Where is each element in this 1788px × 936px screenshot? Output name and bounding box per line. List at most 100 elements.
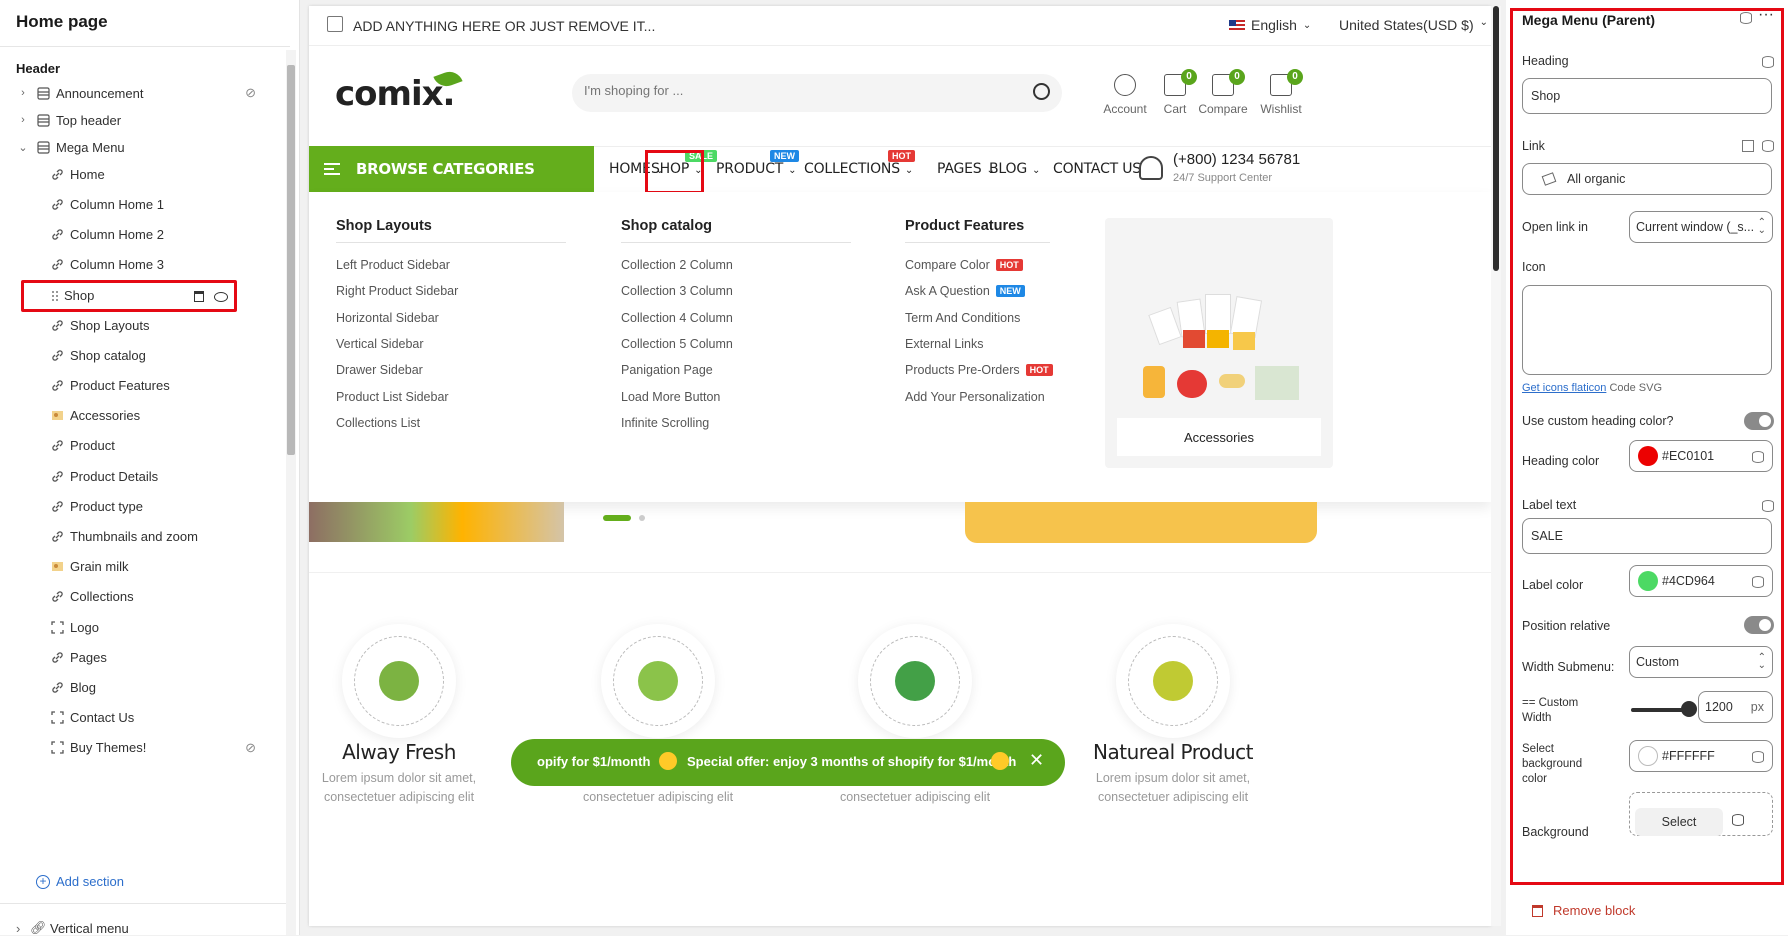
dynamic-source-icon[interactable] <box>1762 140 1774 152</box>
chevron-down-icon[interactable]: ⌄ <box>18 141 28 154</box>
label-color-field[interactable]: #4CD964 <box>1629 565 1773 597</box>
tree-item-top-header[interactable]: › Top header <box>0 105 288 135</box>
mega-link[interactable]: Ask A Question NEW <box>905 284 1025 298</box>
tree-item-announcement[interactable]: › Announcement ⊘ <box>0 78 288 108</box>
wishlist-button[interactable]: 0 Wishlist <box>1251 69 1311 120</box>
mega-column-heading[interactable]: Shop catalog <box>621 218 712 234</box>
search-input[interactable] <box>584 83 984 98</box>
eye-off-icon[interactable]: ⊘ <box>245 85 256 101</box>
store-logo[interactable]: comix. <box>335 67 463 114</box>
dynamic-source-icon[interactable] <box>1732 814 1744 826</box>
mega-link[interactable]: External Links <box>905 337 984 351</box>
database-icon[interactable] <box>1740 12 1752 24</box>
tree-item-accessories[interactable]: Accessories <box>0 401 288 431</box>
tree-item-product-features[interactable]: Product Features <box>0 370 288 400</box>
scrollbar[interactable] <box>286 50 296 935</box>
label-text-field[interactable]: SALE <box>1522 518 1772 554</box>
browse-categories-button[interactable]: BROWSE CATEGORIES <box>309 146 594 192</box>
tree-item-product-type[interactable]: Product type <box>0 491 288 521</box>
tree-item-contact-us[interactable]: Contact Us <box>0 703 288 733</box>
bg-color-swatch[interactable] <box>1638 746 1658 766</box>
bg-color-field[interactable]: #FFFFFF <box>1629 740 1773 772</box>
mega-link[interactable]: Collections List <box>336 416 420 430</box>
mega-link[interactable]: Product List Sidebar <box>336 390 449 404</box>
dynamic-source-icon[interactable] <box>1752 576 1764 588</box>
dynamic-source-icon[interactable] <box>1752 451 1764 463</box>
custom-width-slider-thumb[interactable] <box>1680 701 1697 717</box>
nav-blog[interactable]: BLOG ⌄ <box>989 161 1040 177</box>
external-link-icon[interactable] <box>1742 140 1754 152</box>
mega-link[interactable]: Collection 5 Column <box>621 337 733 351</box>
tree-item-column-home-3[interactable]: Column Home 3 <box>0 250 288 280</box>
tree-item-thumbnails-and-zoom[interactable]: Thumbnails and zoom <box>0 521 288 551</box>
scrollbar-thumb[interactable] <box>287 65 295 455</box>
mega-link[interactable]: Horizontal Sidebar <box>336 311 439 325</box>
search-box[interactable] <box>572 74 1062 112</box>
mega-link[interactable]: Panigation Page <box>621 363 713 377</box>
nav-contact-us[interactable]: CONTACT US <box>1053 161 1141 177</box>
heading-field[interactable]: Shop <box>1522 78 1772 114</box>
mega-link[interactable]: Collection 3 Column <box>621 284 733 298</box>
tree-item-pages[interactable]: Pages <box>0 642 288 672</box>
mega-link[interactable]: Vertical Sidebar <box>336 337 424 351</box>
tree-item-shop-catalog[interactable]: Shop catalog <box>0 340 288 370</box>
heading-color-field[interactable]: #EC0101 <box>1629 440 1773 472</box>
get-icons-link[interactable]: Get icons flaticon <box>1522 382 1606 394</box>
chevron-right-icon[interactable]: › <box>18 87 28 99</box>
tree-item-column-home-2[interactable]: Column Home 2 <box>0 219 288 249</box>
custom-width-input[interactable]: 1200 px <box>1698 691 1773 723</box>
tree-item-grain-milk[interactable]: Grain milk <box>0 552 288 582</box>
nav-product[interactable]: PRODUCT ⌄ <box>716 161 797 177</box>
icon-code-textarea[interactable] <box>1522 285 1772 375</box>
more-options-icon[interactable]: ··· <box>1758 6 1774 24</box>
add-section-button[interactable]: + Add section <box>36 874 124 889</box>
eye-icon[interactable] <box>214 291 228 302</box>
tree-item-home[interactable]: Home <box>0 159 288 189</box>
tree-item-collections[interactable]: Collections <box>0 582 288 612</box>
preview-scrollbar[interactable] <box>1491 6 1501 926</box>
position-relative-toggle[interactable] <box>1744 616 1774 634</box>
chevron-right-icon[interactable]: › <box>18 114 28 126</box>
open-link-select[interactable]: Current window (_s... ⌃ ⌄ <box>1629 211 1773 243</box>
mega-column-heading[interactable]: Product Features <box>905 218 1024 234</box>
tree-item-shop[interactable]: Shop <box>21 279 237 312</box>
compare-button[interactable]: 0 Compare <box>1193 69 1253 120</box>
mega-link[interactable]: Infinite Scrolling <box>621 416 709 430</box>
tree-item-shop-layouts[interactable]: Shop Layouts <box>0 310 288 340</box>
mega-link[interactable]: Collection 4 Column <box>621 311 733 325</box>
heading-color-swatch[interactable] <box>1638 446 1658 466</box>
nav-pages[interactable]: PAGES ⌄ <box>937 161 995 177</box>
mega-link[interactable]: Add Your Personalization <box>905 390 1045 404</box>
mega-link[interactable]: Compare Color HOT <box>905 258 1023 272</box>
tree-item-logo[interactable]: Logo <box>0 612 288 642</box>
mega-link[interactable]: Products Pre-Orders HOT <box>905 363 1053 377</box>
mega-link[interactable]: Drawer Sidebar <box>336 363 423 377</box>
currency-selector[interactable]: United States(USD $) ⌄ <box>1339 17 1488 33</box>
dynamic-source-icon[interactable] <box>1762 56 1774 68</box>
tree-item-mega-menu[interactable]: ⌄ Mega Menu <box>0 132 288 162</box>
slider-dot-active[interactable] <box>603 515 631 521</box>
mega-link[interactable]: Left Product Sidebar <box>336 258 450 272</box>
tree-item-vertical-menu[interactable]: › 🔗︎ Vertical menu <box>16 920 129 936</box>
tree-item-blog[interactable]: Blog <box>0 672 288 702</box>
custom-heading-color-toggle[interactable] <box>1744 412 1774 430</box>
eye-off-icon[interactable]: ⊘ <box>245 740 256 756</box>
label-color-swatch[interactable] <box>1638 571 1658 591</box>
dynamic-source-icon[interactable] <box>1752 751 1764 763</box>
slider-dot[interactable] <box>639 515 645 521</box>
dynamic-source-icon[interactable] <box>1762 500 1774 512</box>
language-selector[interactable]: English ⌄ <box>1229 17 1311 33</box>
tree-item-product[interactable]: Product <box>0 431 288 461</box>
trash-icon[interactable] <box>194 290 204 302</box>
scrollbar-thumb[interactable] <box>1493 6 1499 271</box>
select-background-button[interactable]: Select <box>1635 808 1723 836</box>
search-icon[interactable] <box>1033 83 1050 100</box>
mega-link[interactable]: Right Product Sidebar <box>336 284 458 298</box>
mega-link[interactable]: Term And Conditions <box>905 311 1020 325</box>
width-submenu-select[interactable]: Custom ⌃ ⌄ <box>1629 646 1773 678</box>
mega-link[interactable]: Collection 2 Column <box>621 258 733 272</box>
tree-item-buy-themes-[interactable]: Buy Themes! ⊘ <box>0 733 288 763</box>
close-offer-icon[interactable]: ✕ <box>1029 750 1044 771</box>
tree-item-column-home-1[interactable]: Column Home 1 <box>0 189 288 219</box>
link-field[interactable]: All organic <box>1522 163 1772 195</box>
